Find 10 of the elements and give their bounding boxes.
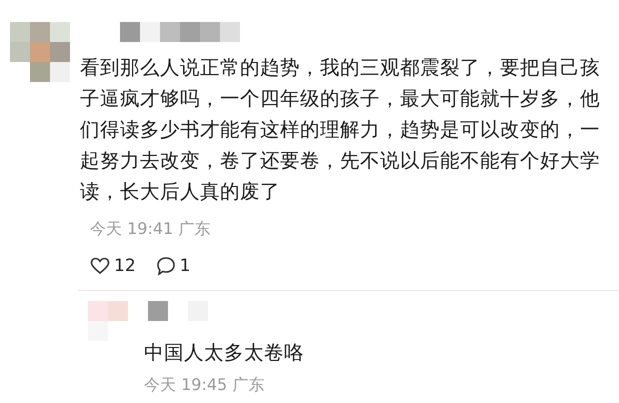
reply-count-button[interactable]: 1: [156, 256, 190, 276]
comment-time: 今天 19:41 广东: [90, 219, 212, 240]
heart-icon: [90, 257, 110, 275]
speech-bubble-icon: [156, 256, 176, 276]
like-button[interactable]: 12: [90, 256, 136, 276]
pixelated-username: [148, 301, 208, 321]
reply-time: 今天 19:45 广东: [144, 375, 266, 396]
comment-text: 看到那么人说正常的趋势，我的三观都震裂了，要把自己孩子逼疯才够吗，一个四年级的孩子，最大可能就十岁多，他们得读多少书才能有这样的理解力，趋势是可以改变的，一起努力去改变，卷了还要卷，先不说以后能不能有个好大学读，长大后人真的废了: [80, 55, 600, 205]
reply-text: 中国人太多太卷咯: [144, 340, 305, 366]
pixelated-avatar: [10, 22, 70, 82]
